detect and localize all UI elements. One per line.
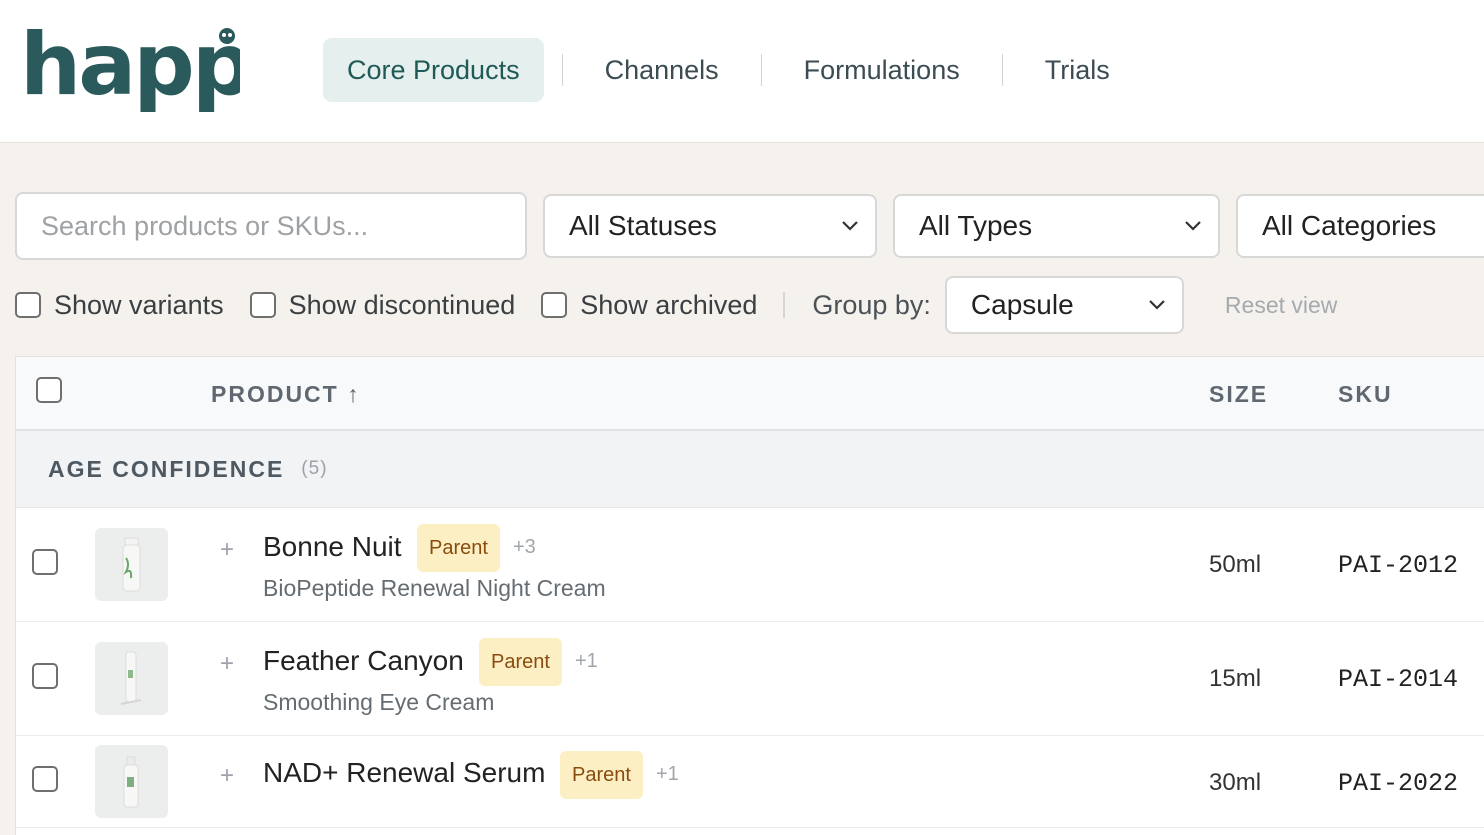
expand-row-button[interactable]: + <box>220 536 234 564</box>
variant-count[interactable]: +3 <box>513 536 536 559</box>
show-variants-checkbox[interactable] <box>15 292 41 318</box>
show-discontinued-checkbox[interactable] <box>249 292 276 318</box>
group-header[interactable]: AGE CONFIDENCE (5) <box>16 431 1484 508</box>
product-size: 50ml <box>1209 551 1262 578</box>
search-input[interactable] <box>15 192 527 260</box>
table-row[interactable]: + Bonne Nuit Parent +3 BioPeptide Renewa… <box>16 508 1484 622</box>
variant-count[interactable]: +1 <box>575 650 598 673</box>
tab-core-products[interactable]: Core Products <box>323 38 544 102</box>
show-variants-label: Show variants <box>54 289 224 320</box>
products-table: PRODUCT ↑ SIZE SKU AGE CONFIDENCE (5) + … <box>15 356 1484 835</box>
product-subtitle: BioPeptide Renewal Night Cream <box>263 575 606 601</box>
filter-divider <box>783 292 786 318</box>
show-archived-toggle[interactable]: Show archived <box>541 290 757 321</box>
happi-logo[interactable]: happi <box>20 24 240 116</box>
tube-icon <box>120 651 142 705</box>
product-thumbnail <box>95 642 168 715</box>
pump-bottle-icon <box>122 537 141 592</box>
variant-count[interactable]: +1 <box>656 763 679 786</box>
table-header: PRODUCT ↑ SIZE SKU <box>16 357 1484 431</box>
column-header-product[interactable]: PRODUCT ↑ <box>211 357 361 431</box>
type-select-value: All Types <box>919 210 1033 241</box>
chevron-down-icon <box>1149 300 1165 310</box>
show-discontinued-toggle[interactable]: Show discontinued <box>249 289 516 321</box>
product-subtitle: Smoothing Eye Cream <box>263 689 495 715</box>
nav-divider <box>561 54 563 86</box>
product-sku: PAI-2014 <box>1338 665 1459 694</box>
product-name[interactable]: Bonne Nuit <box>263 531 402 563</box>
nav-divider <box>760 54 762 86</box>
product-name[interactable]: NAD+ Renewal Serum <box>263 757 545 789</box>
parent-badge: Parent <box>417 524 500 572</box>
category-select[interactable]: All Categories <box>1236 194 1484 258</box>
show-archived-checkbox[interactable] <box>541 292 568 318</box>
parent-badge: Parent <box>560 751 643 799</box>
show-archived-label: Show archived <box>580 289 758 320</box>
status-select-value: All Statuses <box>569 210 717 241</box>
group-by-label: Group by: <box>812 289 931 320</box>
product-size: 30ml <box>1209 769 1262 796</box>
tab-trials[interactable]: Trials <box>1021 38 1134 102</box>
nav-divider <box>1001 54 1003 86</box>
product-size: 15ml <box>1209 665 1262 692</box>
status-select[interactable]: All Statuses <box>543 194 877 258</box>
row-checkbox[interactable] <box>32 549 58 575</box>
row-checkbox[interactable] <box>32 766 58 792</box>
category-select-value: All Categories <box>1262 210 1437 241</box>
chevron-down-icon <box>1185 221 1201 231</box>
top-header: happi Core Products Channels Formulation… <box>0 0 1484 143</box>
expand-row-button[interactable]: + <box>220 762 234 790</box>
reset-view-link[interactable]: Reset view <box>1225 292 1337 319</box>
product-sku: PAI-2012 <box>1338 551 1459 580</box>
product-thumbnail <box>95 745 168 818</box>
svg-text:happi: happi <box>20 24 240 115</box>
group-by-select[interactable]: Capsule <box>944 276 1184 334</box>
column-header-size[interactable]: SIZE <box>1209 357 1268 431</box>
product-name[interactable]: Feather Canyon <box>263 645 464 677</box>
parent-badge: Parent <box>479 638 562 686</box>
group-name: AGE CONFIDENCE <box>48 455 285 482</box>
filter-toggles: Show variants Show discontinued Show arc… <box>15 276 1337 334</box>
column-header-sku[interactable]: SKU <box>1338 357 1393 431</box>
product-thumbnail <box>95 528 168 601</box>
serum-bottle-icon <box>123 756 139 808</box>
expand-row-button[interactable]: + <box>220 650 234 678</box>
tab-formulations[interactable]: Formulations <box>780 38 984 102</box>
table-row[interactable]: + Feather Canyon Parent +1 Smoothing Eye… <box>16 622 1484 736</box>
tab-channels[interactable]: Channels <box>581 38 743 102</box>
show-discontinued-label: Show discontinued <box>288 289 516 320</box>
show-variants-toggle[interactable]: Show variants <box>15 290 224 321</box>
group-count: (5) <box>301 458 328 479</box>
row-checkbox[interactable] <box>32 663 58 689</box>
chevron-down-icon <box>842 221 858 231</box>
group-by-value: Capsule <box>970 289 1074 320</box>
type-select[interactable]: All Types <box>893 194 1220 258</box>
table-row[interactable]: + NAD+ Renewal Serum Parent +1 30ml PAI-… <box>16 736 1484 828</box>
main-nav: Core Products Channels Formulations Tria… <box>323 38 1134 102</box>
product-sku: PAI-2022 <box>1338 769 1459 798</box>
select-all-checkbox[interactable] <box>36 377 62 403</box>
